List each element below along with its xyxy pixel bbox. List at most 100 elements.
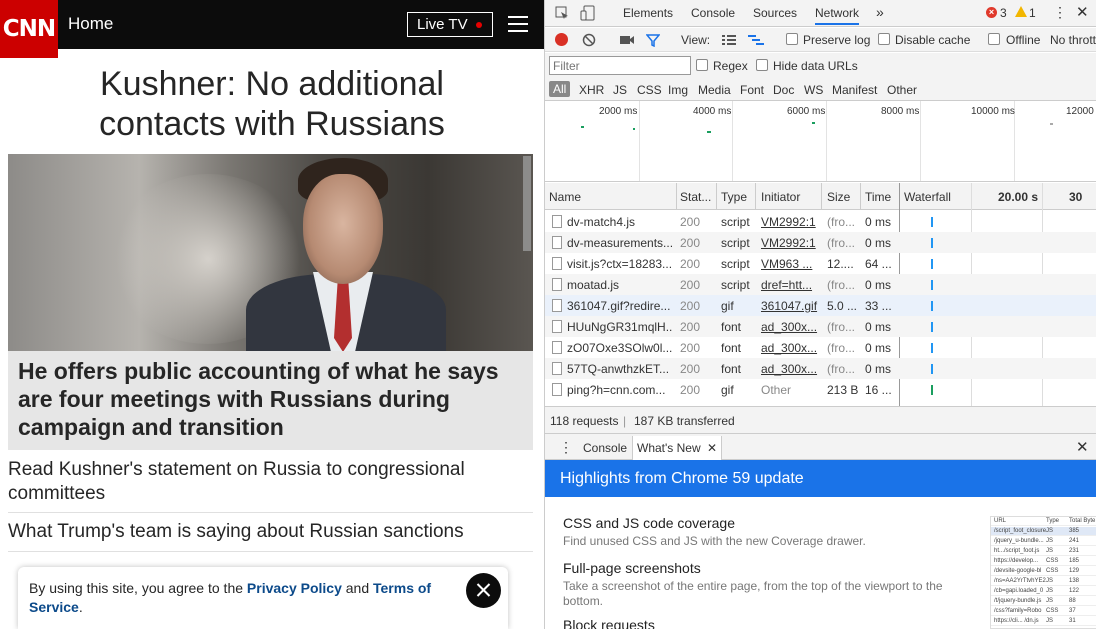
table-row[interactable]: zO07Oxe3SOlw0l... 200 font ad_300x... (fro..… — [545, 337, 1096, 358]
table-row[interactable]: visit.js?ctx=18283... 200 script VM963 ... 1… — [545, 253, 1096, 274]
view-label: View: — [681, 33, 711, 47]
column-name[interactable]: Name — [549, 190, 581, 204]
waterfall-30s-label: 30 — [1069, 190, 1083, 204]
cell-initiator[interactable]: VM2992:1 — [761, 236, 819, 250]
more-tabs-icon[interactable]: » — [876, 4, 884, 20]
cell-name[interactable]: HUuNgGR31mqlH... — [567, 320, 672, 334]
file-icon — [552, 215, 562, 228]
type-js[interactable]: JS — [613, 83, 627, 97]
close-drawer-icon[interactable]: ✕ — [1076, 438, 1089, 456]
large-rows-icon[interactable] — [722, 34, 736, 46]
table-row[interactable]: 57TQ-anwthzkET... 200 font ad_300x... (fro..… — [545, 358, 1096, 379]
story-link-0[interactable]: Read Kushner's statement on Russia to co… — [8, 458, 533, 506]
table-row[interactable]: moatad.js 200 script dref=htt... (fro... 0 ms — [545, 274, 1096, 295]
kebab-menu-icon[interactable]: ⋮ — [1053, 4, 1067, 21]
inspect-icon[interactable] — [555, 6, 569, 20]
preserve-log-checkbox[interactable] — [786, 33, 798, 45]
filter-input[interactable] — [549, 56, 691, 75]
feature-description: Find unused CSS and JS with the new Cove… — [563, 534, 866, 548]
column-time[interactable]: Time — [865, 190, 891, 204]
tab-network[interactable]: Network — [815, 6, 860, 25]
record-icon[interactable] — [555, 33, 568, 46]
network-overview[interactable]: 2000 ms 4000 ms 6000 ms 8000 ms 10000 ms… — [545, 101, 1096, 182]
cell-name[interactable]: 361047.gif?redire... — [567, 299, 672, 313]
cell-initiator[interactable]: ad_300x... — [761, 320, 819, 334]
close-icon[interactable] — [466, 573, 501, 608]
coverage-preview-cell: /cb=gapi.loaded_0 — [994, 588, 1044, 594]
hide-data-urls-checkbox[interactable] — [756, 59, 768, 71]
column-status[interactable]: Stat... — [680, 190, 711, 204]
cell-status: 200 — [680, 320, 701, 334]
clear-icon[interactable] — [582, 33, 596, 47]
cell-size: (fro... — [827, 236, 856, 250]
live-tv-button[interactable]: Live TV — [407, 12, 493, 37]
page-headline[interactable]: Kushner: No additional contacts with Rus… — [0, 64, 544, 144]
type-font[interactable]: Font — [740, 83, 764, 97]
throttling-select[interactable]: No thrott — [1050, 33, 1096, 47]
cell-time: 64 ... — [865, 257, 892, 271]
table-row[interactable]: HUuNgGR31mqlH... 200 font ad_300x... (fro...… — [545, 316, 1096, 337]
cell-initiator[interactable]: dref=htt... — [761, 278, 819, 292]
column-type[interactable]: Type — [721, 190, 747, 204]
cnn-logo[interactable]: CNN — [0, 0, 58, 58]
tab-console[interactable]: Console — [691, 6, 735, 20]
table-row[interactable]: ping?h=cnn.com... 200 gif Other 213 B 16 ... — [545, 379, 1096, 400]
cell-initiator[interactable]: VM963 ... — [761, 257, 819, 271]
screenshot-icon[interactable] — [619, 34, 635, 46]
cell-name[interactable]: visit.js?ctx=18283... — [567, 257, 672, 271]
cell-initiator[interactable]: Other — [761, 383, 819, 397]
type-other[interactable]: Other — [887, 83, 917, 97]
warning-icon[interactable] — [1015, 6, 1027, 17]
hero-story[interactable]: He offers public accounting of what he s… — [8, 154, 533, 450]
coverage-preview-cell: Total Byte — [1069, 518, 1096, 524]
type-img[interactable]: Img — [668, 83, 688, 97]
cell-initiator[interactable]: 361047.gif — [761, 299, 819, 313]
cell-initiator[interactable]: ad_300x... — [761, 341, 819, 355]
type-doc[interactable]: Doc — [773, 83, 794, 97]
menu-icon[interactable] — [508, 16, 528, 32]
device-toolbar-icon[interactable] — [580, 5, 596, 21]
drawer-tab-whats-new[interactable]: What's New ✕ — [632, 436, 723, 461]
drawer-menu-icon[interactable]: ⋮ — [559, 439, 573, 456]
type-media[interactable]: Media — [698, 83, 731, 97]
column-size[interactable]: Size — [827, 190, 850, 204]
requests-count: 118 requests — [550, 414, 619, 428]
table-row[interactable]: 361047.gif?redire... 200 gif 361047.gif 5.0 … — [545, 295, 1096, 316]
table-row[interactable]: dv-match4.js 200 script VM2992:1 (fro... 0 ms — [545, 211, 1096, 232]
requests-table-header: Name Stat... Type Initiator Size Time Wa… — [545, 183, 1096, 210]
error-count[interactable]: 3 — [1000, 6, 1007, 20]
cell-name[interactable]: dv-measurements... — [567, 236, 672, 250]
disable-cache-checkbox[interactable] — [878, 33, 890, 45]
home-link[interactable]: Home — [68, 14, 113, 34]
cell-name[interactable]: moatad.js — [567, 278, 672, 292]
cell-name[interactable]: 57TQ-anwthzkET... — [567, 362, 672, 376]
type-xhr[interactable]: XHR — [579, 83, 604, 97]
type-ws[interactable]: WS — [804, 83, 823, 97]
privacy-policy-link[interactable]: Privacy Policy — [247, 580, 342, 596]
cell-initiator[interactable]: VM2992:1 — [761, 215, 819, 229]
close-tab-icon[interactable]: ✕ — [707, 441, 717, 455]
drawer-tab-console[interactable]: Console — [583, 441, 627, 455]
offline-checkbox[interactable] — [988, 33, 1000, 45]
filter-icon[interactable] — [646, 33, 660, 47]
table-row[interactable]: dv-measurements... 200 script VM2992:1 (fro.… — [545, 232, 1096, 253]
tab-sources[interactable]: Sources — [753, 6, 797, 20]
regex-checkbox[interactable] — [696, 59, 708, 71]
type-css[interactable]: CSS — [637, 83, 662, 97]
cell-name[interactable]: zO07Oxe3SOlw0l... — [567, 341, 672, 355]
close-devtools-icon[interactable]: ✕ — [1076, 3, 1089, 21]
column-initiator[interactable]: Initiator — [761, 190, 800, 204]
warning-count[interactable]: 1 — [1029, 6, 1036, 20]
coverage-preview-cell: 37 — [1069, 608, 1076, 614]
type-manifest[interactable]: Manifest — [832, 83, 877, 97]
cell-initiator[interactable]: ad_300x... — [761, 362, 819, 376]
cell-name[interactable]: dv-match4.js — [567, 215, 672, 229]
overview-icon[interactable] — [748, 34, 764, 46]
type-all[interactable]: All — [549, 81, 571, 97]
column-waterfall[interactable]: Waterfall — [904, 190, 951, 204]
error-icon[interactable]: × — [986, 7, 997, 18]
story-link-1[interactable]: What Trump's team is saying about Russia… — [8, 520, 533, 544]
tab-elements[interactable]: Elements — [623, 6, 673, 20]
cell-name[interactable]: ping?h=cnn.com... — [567, 383, 672, 397]
coverage-preview-cell: /css?family=Robo — [994, 608, 1042, 614]
